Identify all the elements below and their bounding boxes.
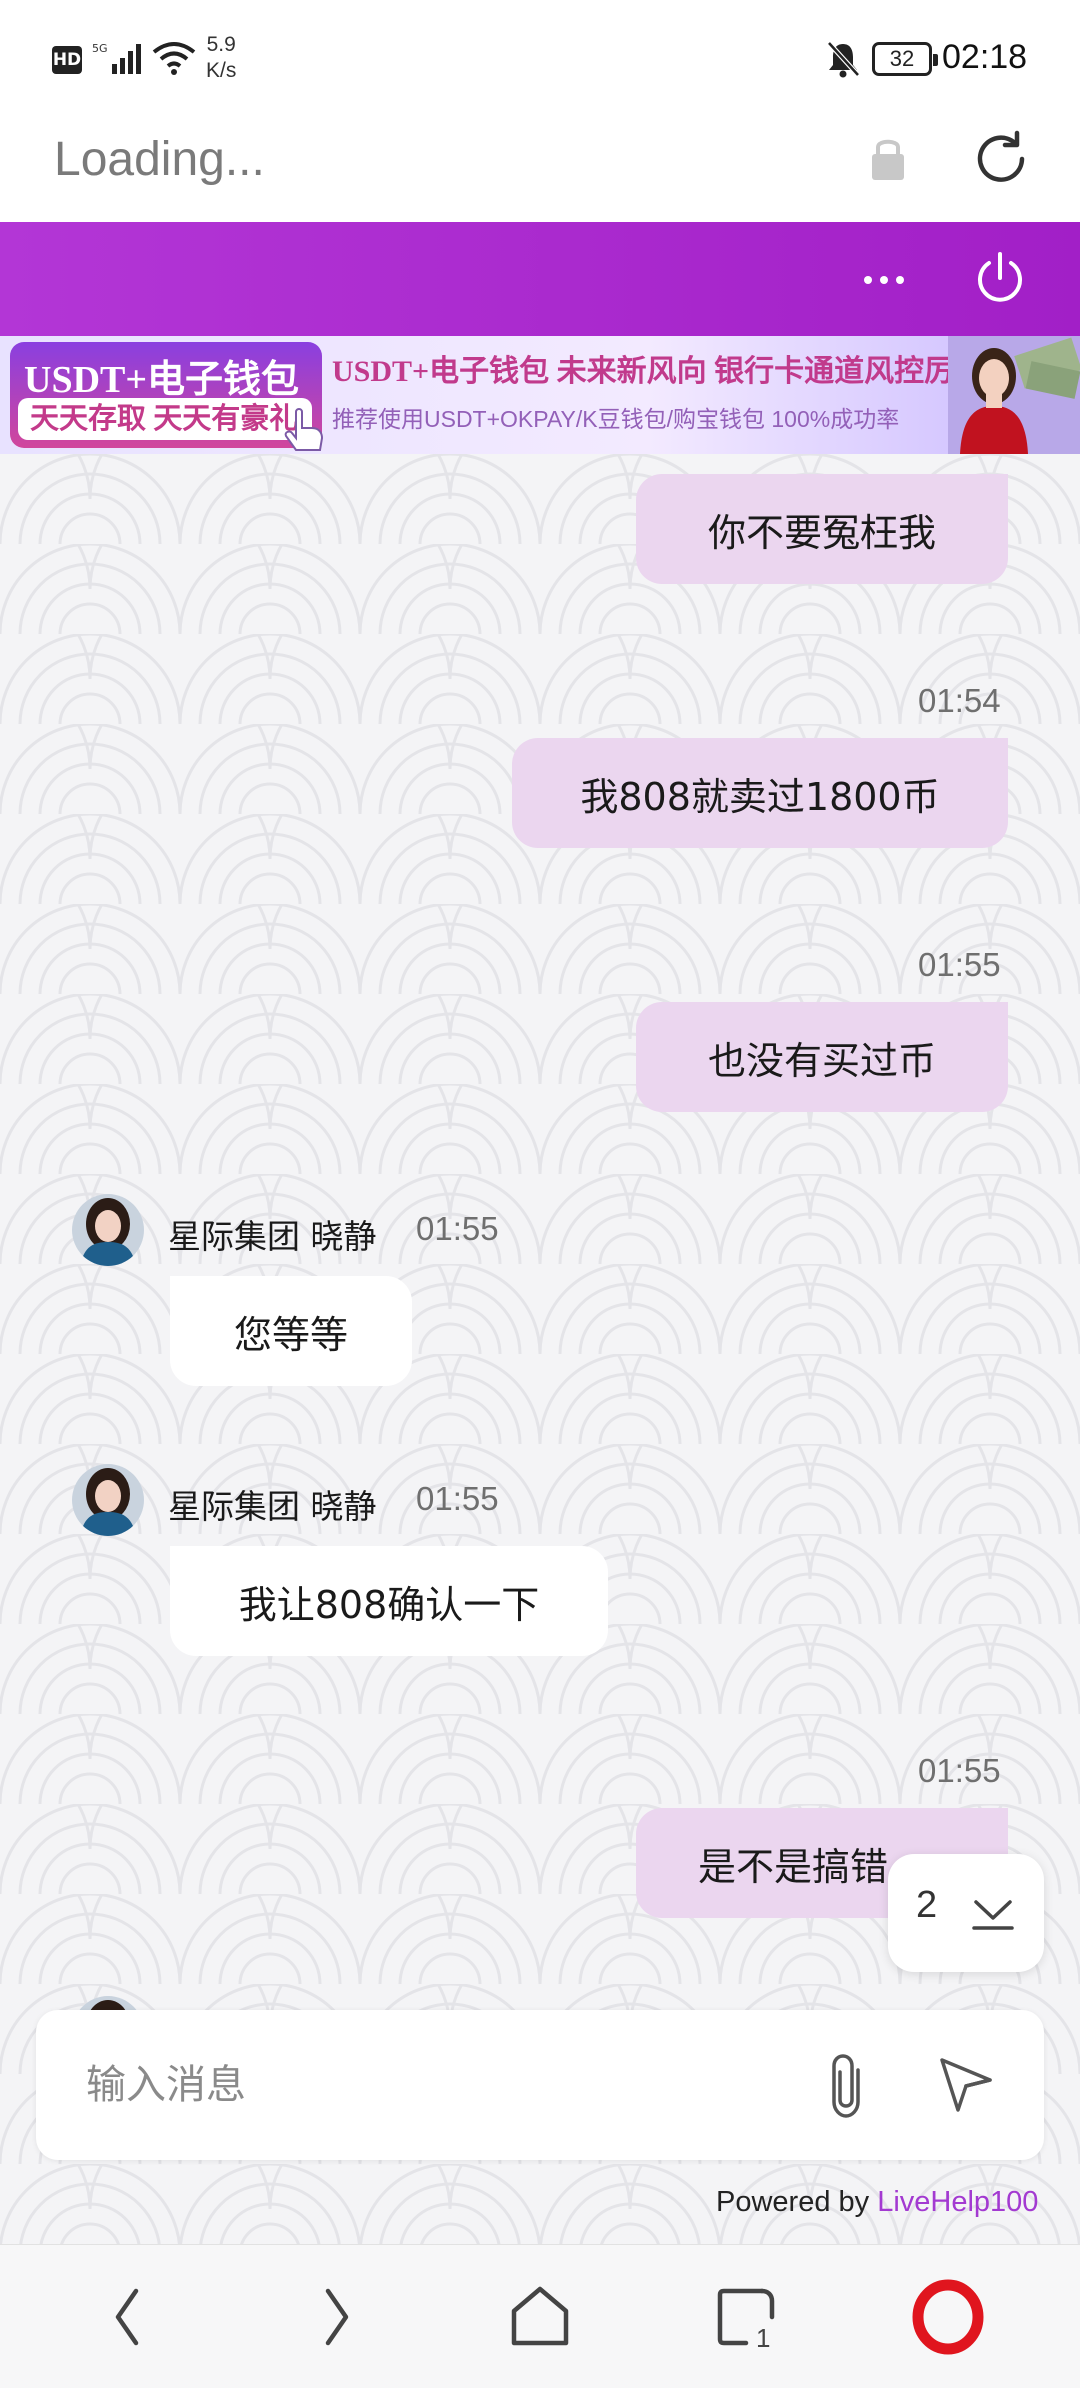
scroll-to-bottom-button[interactable]: 2 <box>888 1854 1044 1972</box>
outgoing-message[interactable]: 你不要冤枉我 <box>636 474 1008 584</box>
bell-muted-icon <box>827 41 860 78</box>
opera-menu-icon[interactable] <box>908 2277 988 2357</box>
agent-avatar[interactable] <box>72 1464 144 1536</box>
chat-messages[interactable]: 你不要冤枉我 01:54 我808就卖过1800币 01:55 也没有买过币 星… <box>0 454 1080 2244</box>
speed-unit: K/s <box>206 59 237 82</box>
hand-pointer-icon <box>284 408 324 451</box>
paperclip-icon[interactable] <box>820 2050 876 2122</box>
sender-name: 星际集团 晓静 <box>168 1217 377 1256</box>
send-icon[interactable] <box>936 2054 996 2114</box>
chevron-down-icon <box>972 1900 1014 1930</box>
wifi-icon <box>152 42 196 75</box>
incoming-message[interactable]: 我让808确认一下 <box>170 1546 608 1656</box>
message-timestamp: 01:55 <box>918 946 1001 983</box>
agent-avatar[interactable] <box>72 1194 144 1266</box>
banner-subline: 推荐使用USDT+OKPAY/K豆钱包/购宝钱包 100%成功率 <box>332 406 900 432</box>
tabs-icon[interactable]: 1 <box>706 2277 786 2357</box>
tabs-count: 1 <box>756 2323 770 2353</box>
message-composer <box>36 2010 1044 2160</box>
message-timestamp: 01:55 <box>416 1210 499 1247</box>
ad-banner[interactable]: USDT+电子钱包 天天存取 天天有豪礼 USDT+电子钱包 未来新风向 银行卡… <box>0 336 1080 454</box>
banner-badge: USDT+电子钱包 天天存取 天天有豪礼 <box>10 342 322 448</box>
cellular-signal-icon: 5G <box>92 42 141 74</box>
unread-count: 2 <box>916 1884 938 1926</box>
powered-brand-link[interactable]: LiveHelp100 <box>877 2186 1038 2218</box>
banner-model-image <box>948 336 1080 454</box>
address-text[interactable]: Loading... <box>54 132 265 187</box>
back-icon[interactable] <box>88 2277 168 2357</box>
power-icon[interactable] <box>970 248 1030 308</box>
outgoing-message[interactable]: 我808就卖过1800币 <box>512 738 1008 848</box>
battery-indicator: 32 <box>872 42 938 76</box>
home-icon[interactable] <box>500 2277 580 2357</box>
network-speed: 5.9 K/s <box>206 32 236 84</box>
address-bar[interactable]: Loading... <box>0 118 1080 222</box>
incoming-message[interactable]: 您等等 <box>170 1276 412 1386</box>
browser-bottom-nav: 1 <box>0 2244 1080 2388</box>
sender-name: 星际集团 晓静 <box>168 1487 377 1526</box>
status-time: 02:18 <box>942 38 1028 76</box>
powered-prefix: Powered by <box>716 2186 878 2218</box>
message-timestamp: 01:54 <box>918 682 1001 719</box>
message-timestamp: 01:55 <box>416 1480 499 1517</box>
chat-header <box>0 222 1080 336</box>
status-bar: HD 5G 5.9 K/s 32 02:18 <box>0 0 1080 118</box>
lock-icon <box>872 139 904 180</box>
reload-icon[interactable] <box>970 128 1032 190</box>
more-options-icon[interactable] <box>856 252 912 308</box>
scale-pattern-background <box>0 454 1080 2244</box>
powered-by: Powered by LiveHelp100 <box>716 2186 1038 2219</box>
forward-icon[interactable] <box>296 2277 376 2357</box>
network-type: 5G <box>92 42 108 55</box>
banner-headline: USDT+电子钱包 未来新风向 银行卡通道风控厉害 <box>332 355 985 388</box>
hd-badge: HD <box>52 46 82 74</box>
banner-badge-title: USDT+电子钱包 <box>24 359 300 401</box>
outgoing-message[interactable]: 也没有买过币 <box>636 1002 1008 1112</box>
message-timestamp: 01:55 <box>918 1752 1001 1789</box>
speed-value: 5.9 <box>206 33 236 56</box>
banner-badge-subtitle: 天天存取 天天有豪礼 <box>18 398 312 440</box>
message-input[interactable] <box>86 2050 806 2120</box>
